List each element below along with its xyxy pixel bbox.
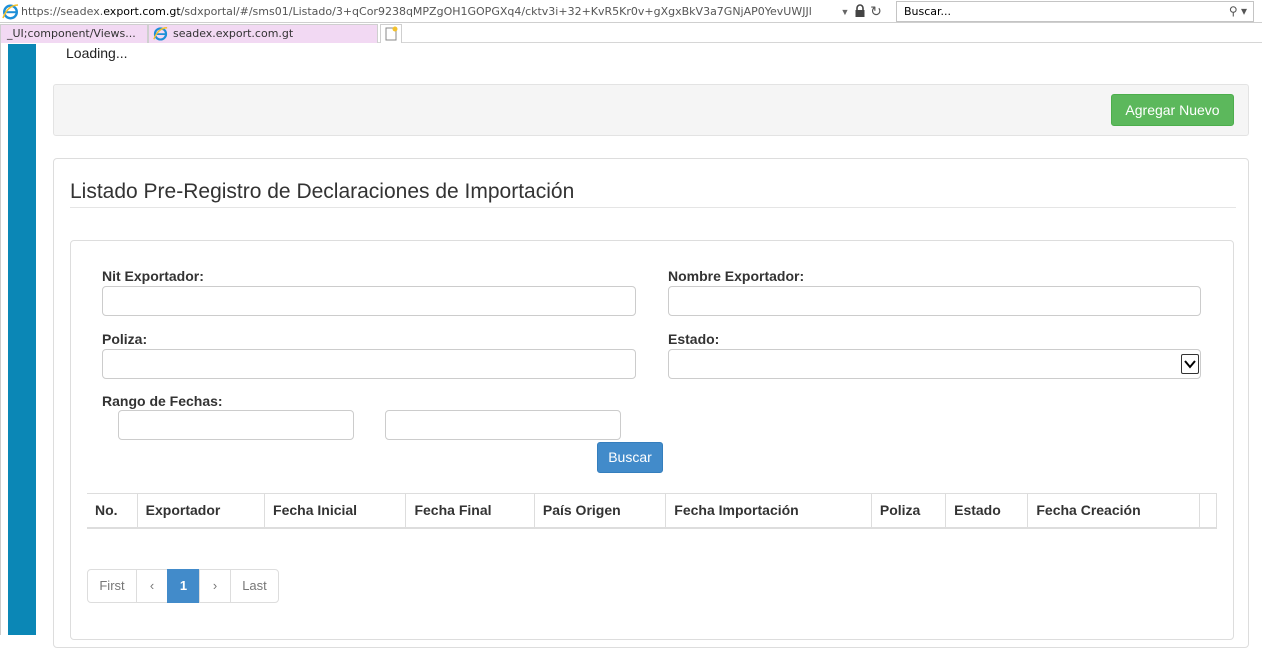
sidebar-strip xyxy=(8,44,36,635)
search-button[interactable]: Buscar xyxy=(597,442,663,473)
nombre-exportador-input[interactable] xyxy=(668,286,1201,316)
tab-strip: _UI;component/Views... seadex.export.com… xyxy=(0,23,1262,43)
loading-text: Loading... xyxy=(66,45,128,61)
page-prev-button[interactable]: ‹ xyxy=(136,569,168,603)
url-prefix: https://seadex. xyxy=(21,5,104,18)
internet-explorer-icon xyxy=(2,4,19,20)
new-tab-icon xyxy=(385,26,398,41)
browser-search-input[interactable] xyxy=(904,4,1204,19)
internet-explorer-icon xyxy=(153,27,168,41)
column-header-fecha-inicial[interactable]: Fecha Inicial xyxy=(264,493,406,529)
page-next-button[interactable]: › xyxy=(199,569,231,603)
add-new-button[interactable]: Agregar Nuevo xyxy=(1111,94,1234,126)
nit-exportador-label: Nit Exportador: xyxy=(102,268,204,284)
column-header-fecha-importacion[interactable]: Fecha Importación xyxy=(665,493,872,529)
new-tab-button[interactable] xyxy=(380,24,402,43)
column-header-exportador[interactable]: Exportador xyxy=(136,493,265,529)
tab-label: _UI;component/Views... xyxy=(7,27,136,40)
chevron-down-icon[interactable] xyxy=(1181,354,1199,374)
fecha-desde-input[interactable] xyxy=(118,410,354,440)
estado-label: Estado: xyxy=(668,331,720,347)
search-icon[interactable]: ⚲ ▾ xyxy=(1229,4,1247,18)
estado-select[interactable] xyxy=(668,349,1201,379)
fecha-hasta-input[interactable] xyxy=(385,410,621,440)
table-header-row: No. Exportador Fecha Inicial Fecha Final… xyxy=(87,493,1218,529)
url-text[interactable]: https://seadex.export.com.gt/sdxportal/#… xyxy=(21,4,856,20)
filter-panel: Nit Exportador: Nombre Exportador: Poliz… xyxy=(70,240,1234,640)
results-table: No. Exportador Fecha Inicial Fecha Final… xyxy=(87,493,1218,529)
tab-seadex[interactable]: seadex.export.com.gt ✕ xyxy=(148,24,378,43)
column-header-no[interactable]: No. xyxy=(87,493,138,529)
nombre-exportador-label: Nombre Exportador: xyxy=(668,268,805,284)
column-header-fecha-final[interactable]: Fecha Final xyxy=(405,493,535,529)
page-border xyxy=(0,43,1,635)
page-title: Listado Pre-Registro de Declaraciones de… xyxy=(70,180,575,203)
pagination: First ‹ 1 › Last xyxy=(87,569,279,603)
column-header-pais-origen[interactable]: País Origen xyxy=(533,493,666,529)
url-host: export.com.gt xyxy=(103,5,181,18)
listing-panel: Listado Pre-Registro de Declaraciones de… xyxy=(53,158,1249,648)
url-path: /sdxportal/#/sms01/Listado/3+qCor9238qMP… xyxy=(180,5,812,18)
refresh-icon[interactable]: ↻ xyxy=(869,3,883,19)
poliza-label: Poliza: xyxy=(102,331,148,347)
poliza-input[interactable] xyxy=(102,349,636,379)
nit-exportador-input[interactable] xyxy=(102,286,636,316)
column-header-scroll-gutter xyxy=(1198,493,1218,529)
lock-icon[interactable] xyxy=(854,4,866,18)
page-last-button[interactable]: Last xyxy=(230,569,279,603)
browser-search-box[interactable]: ⚲ ▾ xyxy=(896,1,1254,22)
column-header-fecha-creacion[interactable]: Fecha Creación xyxy=(1027,493,1200,529)
tab-component-views[interactable]: _UI;component/Views... xyxy=(0,24,148,43)
column-header-poliza[interactable]: Poliza xyxy=(870,493,946,529)
page-first-button[interactable]: First xyxy=(87,569,137,603)
title-divider xyxy=(70,207,1236,208)
address-dropdown-icon[interactable]: ▼ xyxy=(838,4,852,20)
toolbar-panel: Agregar Nuevo xyxy=(53,84,1249,136)
address-bar[interactable]: https://seadex.export.com.gt/sdxportal/#… xyxy=(0,0,1262,23)
column-header-estado[interactable]: Estado xyxy=(945,493,1028,529)
tab-label: seadex.export.com.gt xyxy=(173,27,294,40)
rango-fechas-label: Rango de Fechas: xyxy=(102,393,223,409)
page-1-button[interactable]: 1 xyxy=(167,569,200,603)
